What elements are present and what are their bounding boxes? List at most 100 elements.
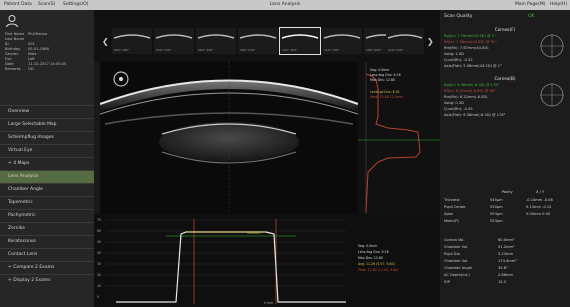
profile-label: Lens Avg Dns: 9.16 bbox=[370, 73, 401, 77]
profile-label: Seg: 0.0mm bbox=[370, 68, 390, 72]
y-tick: 10 bbox=[97, 284, 102, 288]
cornea-back-row: Axis(Flat): 6.38mm(-6.3D) @ 178° bbox=[444, 113, 506, 117]
metric-value: 60.0mm³ bbox=[498, 238, 515, 242]
pachy-row-label: Apex bbox=[444, 212, 454, 216]
field-label: Remarks bbox=[5, 67, 21, 71]
pachy-row-label: Mean(P) bbox=[444, 219, 459, 223]
scheimpflug-thumbnail-strip: ❮ ❯ 000°-180° 030°-210° 060°-240° 090°-2… bbox=[94, 10, 440, 62]
nav-label: Contact Lens bbox=[8, 252, 38, 257]
left-panel: First Name Phil/Hanna Last Name ID 001 Bir… bbox=[0, 10, 94, 307]
pachy-row-value: 550µm bbox=[490, 205, 503, 209]
metric-value: 3.23mm bbox=[498, 252, 514, 256]
chart-info: Peak: 12.80 (11.00, 9.60) bbox=[358, 268, 399, 272]
profile-plot bbox=[358, 62, 440, 214]
nav-label: Zernike bbox=[8, 226, 25, 231]
field-label: Eye bbox=[5, 57, 12, 61]
thumbnail-label: 030°-210° bbox=[156, 48, 172, 52]
profile-label: Max Dns: 12.80 bbox=[370, 78, 395, 82]
scheimpflug-thumbnail[interactable]: 030°-210° bbox=[154, 28, 194, 54]
chart-info: Avg: 11.26 (5.57, 9.80) bbox=[358, 262, 395, 266]
chart-info: Lens Avg Dns: 9.16 bbox=[358, 250, 389, 254]
field-value: Left bbox=[28, 57, 35, 61]
thumbnail-label: 090°-270° bbox=[240, 48, 256, 52]
scheimpflug-thumbnail-selected[interactable]: 120°-300° bbox=[279, 27, 321, 55]
scheimpflug-thumbnail[interactable]: 090°-270° bbox=[238, 28, 278, 54]
window-title: Lens Analysis bbox=[269, 2, 301, 7]
nav-item-overview[interactable]: Overview bbox=[0, 105, 94, 119]
scan-quality-value: OK bbox=[528, 14, 535, 19]
pachy-header: X / Y bbox=[536, 190, 545, 194]
scheimpflug-thumbnail[interactable]: 060°-240° bbox=[196, 28, 236, 54]
cornea-front-row: Rm(Rh): 7.67mm(44.0D) bbox=[444, 46, 489, 50]
scheimpflug-thumbnail[interactable]: 210°-030° bbox=[386, 28, 424, 54]
cornea-back-row: Rgl(h): 6.38mm(-6.3D) @ 178° bbox=[444, 83, 500, 87]
metric-value: 2.86mm bbox=[498, 273, 514, 277]
cornea-back-axis-icon bbox=[540, 83, 564, 107]
nav-item-topometric[interactable]: Topometric bbox=[0, 196, 94, 210]
cornea-front-row: Axis(Flat): 5.58mm(43.2D) @ 1° bbox=[444, 64, 502, 68]
metric-value: 51.2mm³ bbox=[498, 245, 515, 249]
nav-item-pachymetric[interactable]: Pachymetric bbox=[0, 209, 94, 223]
cornea-front-row: Astig: 1.0D bbox=[444, 52, 464, 56]
nav-label: Topometric bbox=[8, 200, 33, 205]
eye-orientation-icon[interactable] bbox=[112, 70, 130, 88]
nav-item-virtual-eye[interactable]: Virtual Eye bbox=[0, 144, 94, 158]
y-tick: 20 bbox=[97, 273, 102, 277]
thumbnail-label: 060°-240° bbox=[198, 48, 214, 52]
nav-item-display-2-exams[interactable]: + Display 2 Exams bbox=[0, 274, 94, 288]
nav-item-4-maps[interactable]: + 4 Maps bbox=[0, 157, 94, 171]
metric-value: 15.0 bbox=[498, 280, 507, 284]
scheimpflug-image[interactable] bbox=[99, 62, 359, 214]
nav-label: Large Selectable Map bbox=[8, 122, 57, 127]
profile-label: Peak: 12.80 12.0mm bbox=[370, 95, 404, 99]
chevron-right-icon[interactable]: ❯ bbox=[427, 37, 434, 46]
field-value: Male bbox=[28, 52, 37, 56]
right-panel: Scan Quality OK Cornea(F) Rgl(h): 7.76mm… bbox=[440, 10, 570, 307]
cornea-back-row: Rm(Rh): 6.22mm(-6.5D) bbox=[444, 95, 488, 99]
cornea-back-row: Astig: 0.3D bbox=[444, 101, 464, 105]
y-tick: 50 bbox=[97, 240, 102, 244]
x-axis-label: 0 mm bbox=[264, 301, 274, 305]
y-tick: 70 bbox=[97, 218, 102, 222]
nav-item-compare-2-exams[interactable]: + Compare 2 Exams bbox=[0, 261, 94, 275]
y-tick: 0 bbox=[97, 295, 100, 299]
cornea-front-row: Q-val(Rh): -0.32 bbox=[444, 58, 473, 62]
metric-value: 35.8° bbox=[498, 266, 508, 270]
metric-label: Pupil Dia bbox=[444, 252, 460, 256]
scheimpflug-thumbnail[interactable]: 000°-180° bbox=[112, 28, 152, 54]
pachy-row-xy: 0.13mm -0.12 bbox=[526, 205, 552, 209]
menu-main-page[interactable]: Main Page(M) bbox=[515, 2, 545, 7]
chart-info: Seg: 0.0mm bbox=[358, 244, 378, 248]
nav-item-chamber-angle[interactable]: Chamber Angle bbox=[0, 183, 94, 197]
chart-info: Max Dns: 12.80 bbox=[358, 256, 383, 260]
profile-label: Lens Lgt Dns: 6.01 bbox=[370, 90, 400, 94]
thumbnail-label: 180°-000° bbox=[366, 48, 382, 52]
pachy-row-xy: -0.14mm -0.08 bbox=[526, 198, 553, 202]
nav-item-zernike[interactable]: Zernike bbox=[0, 222, 94, 236]
menu-help[interactable]: Help(H) bbox=[550, 2, 567, 7]
field-label: Gender bbox=[5, 52, 19, 56]
nav-label: + Display 2 Exams bbox=[8, 278, 51, 283]
nav-label: Overview bbox=[8, 109, 30, 114]
field-label: Last Name bbox=[5, 37, 25, 41]
pachy-header: Pachy bbox=[502, 190, 513, 194]
y-tick: 60 bbox=[97, 229, 102, 233]
pachy-row-label: Pupil Center bbox=[444, 205, 466, 209]
nav-label: Virtual Eye bbox=[8, 148, 33, 153]
density-plot bbox=[106, 219, 346, 304]
y-tick: 30 bbox=[97, 262, 102, 266]
cornea-front-row: Rfl(v): 7.58mm(44.5D) @ 91° bbox=[444, 40, 497, 44]
scheimpflug-thumbnail[interactable]: 150°-330° bbox=[322, 28, 362, 54]
nav-item-large-map[interactable]: Large Selectable Map bbox=[0, 118, 94, 132]
nav-item-keratoconus[interactable]: Keratoconus bbox=[0, 235, 94, 249]
nav-item-scheimpflug[interactable]: Scheimpflug Images bbox=[0, 131, 94, 145]
nav-item-lens-analysis[interactable]: Lens Analysis bbox=[0, 170, 94, 184]
chevron-left-icon[interactable]: ❮ bbox=[102, 37, 109, 46]
cornea-back-row: Rfl(v): 6.07mm(-6.6D) @ 88° bbox=[444, 89, 496, 93]
field-label: Date bbox=[5, 62, 14, 66]
field-value: 001 bbox=[28, 42, 35, 46]
nav-item-contact-lens[interactable]: Contact Lens bbox=[0, 248, 94, 262]
nav-label: Chamber Angle bbox=[8, 187, 43, 192]
thumbnail-label: 120°-300° bbox=[282, 48, 298, 52]
cornea-front-axis-icon bbox=[540, 34, 564, 58]
